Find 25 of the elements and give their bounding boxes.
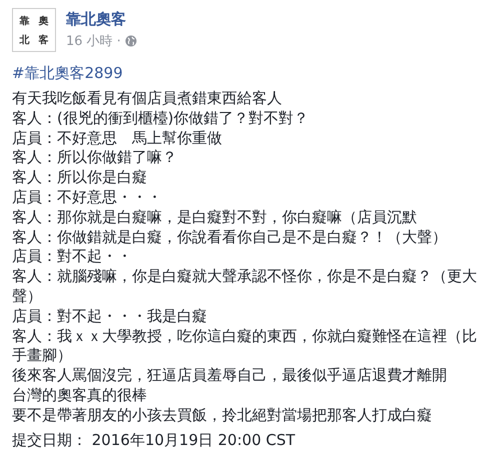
separator: · xyxy=(116,34,121,48)
post-text-line: 店員：對不起・・・我是白癡 xyxy=(12,306,208,327)
post-text-line: 客人：就腦殘嘛，你是白癡就大聲承認不怪你，你是不是白癡？（更大聲） xyxy=(12,267,478,307)
post-text-line: 客人：所以你是白癡 xyxy=(12,168,148,188)
logo-character: 靠 xyxy=(20,14,30,28)
post-text-line: 要不是帶著朋友的小孩去買飯，拎北絕對當場把那客人打成白癡 xyxy=(12,406,433,426)
author-link[interactable]: 靠北奧客 xyxy=(66,10,137,29)
post-text-line: 客人：你做錯就是白癡，你說看看你自己是不是白癡？！（大聲） xyxy=(12,228,448,248)
post-text-line: 客人：那你就是白癡嘛，是白癡對不對，你白癡嘛（店員沉默 xyxy=(12,208,418,228)
post-text-line: 有天我吃飯看見有個店員煮錯東西給客人 xyxy=(12,89,283,109)
post-text-line: 店員：對不起・・ xyxy=(12,247,133,268)
globe-icon xyxy=(124,35,137,47)
post-text-line: 後來客人罵個沒完，狂逼店員羞辱自己，最後似乎逼店退費才離開 xyxy=(12,366,448,386)
post-text-line: 客人：我ｘｘ大學教授，吃你這白癡的東西，你就白癡難怪在這裡（比手畫腳） xyxy=(12,326,478,366)
logo-character: 北 xyxy=(20,34,30,46)
avatar-logo[interactable]: 靠 奧 北 客 xyxy=(12,8,56,52)
post-text-line: 店員：不好意思・・・ xyxy=(12,188,163,208)
post-text-line: 客人：(很兇的衝到櫃檯)你做錯了？對不對？ xyxy=(12,108,310,129)
post-text-line: 店員：不好意思 馬上幫你重做 xyxy=(12,128,223,148)
post-text-line: 客人：所以你做錯了嘛？ xyxy=(12,148,178,168)
post-text-line: 台灣的奧客真的很棒 xyxy=(12,386,148,406)
logo-character: 客 xyxy=(38,33,48,46)
logo-character: 奧 xyxy=(38,14,48,28)
submission-date: 提交日期： 2016年10月19日 20:00 CST xyxy=(12,430,296,450)
hashtag-link[interactable]: #靠北奧客2899 xyxy=(12,64,490,83)
